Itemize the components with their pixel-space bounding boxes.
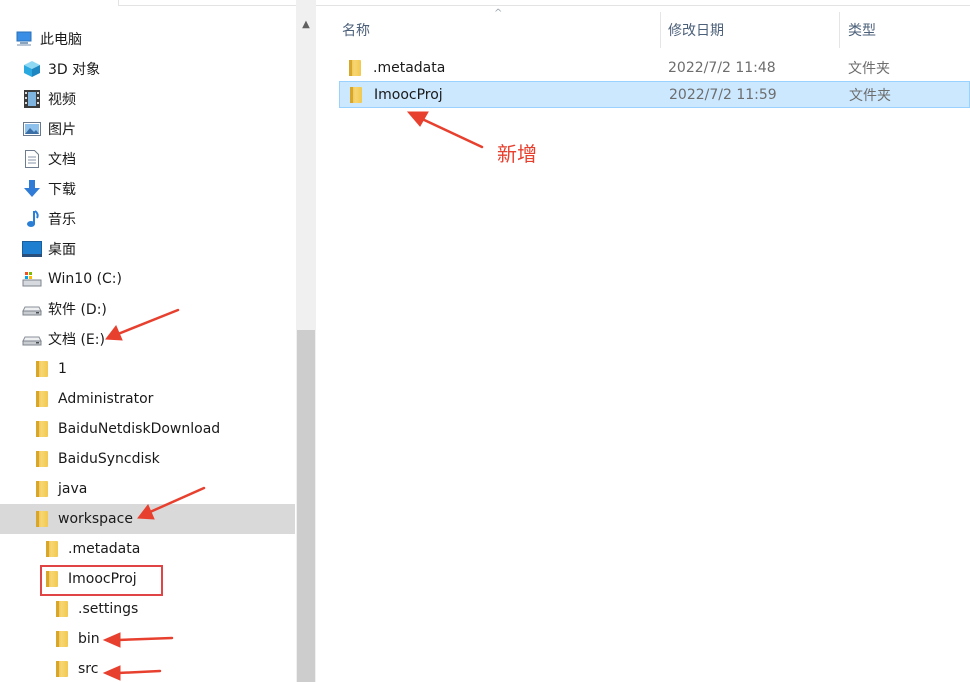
nav-item[interactable]: 3D 对象 bbox=[0, 54, 295, 84]
nav-item-label: 桌面 bbox=[48, 242, 76, 258]
nav-item-label: .metadata bbox=[68, 541, 141, 557]
desktop-icon bbox=[22, 239, 42, 259]
column-header-name[interactable]: 名称 bbox=[342, 12, 660, 48]
file-name-cell: ImoocProj bbox=[346, 82, 443, 107]
nav-item[interactable]: bin bbox=[0, 624, 295, 654]
folder-icon bbox=[32, 479, 52, 499]
column-header-modified-label: 修改日期 bbox=[668, 23, 724, 39]
nav-item[interactable]: workspace bbox=[0, 504, 295, 534]
nav-item-label: Administrator bbox=[58, 391, 154, 407]
nav-item[interactable]: .metadata bbox=[0, 534, 295, 564]
nav-item[interactable]: .settings bbox=[0, 594, 295, 624]
nav-item-label: 此电脑 bbox=[40, 32, 82, 48]
nav-item[interactable]: 下载 bbox=[0, 174, 295, 204]
nav-item-label: 1 bbox=[58, 361, 67, 377]
video-icon bbox=[22, 89, 42, 109]
nav-item[interactable]: src bbox=[0, 654, 295, 682]
nav-item[interactable]: BaiduSyncdisk bbox=[0, 444, 295, 474]
drive-icon bbox=[22, 299, 42, 319]
file-name-cell: .metadata bbox=[345, 54, 445, 81]
nav-item-label: 音乐 bbox=[48, 212, 76, 228]
folder-icon bbox=[52, 629, 72, 649]
annotation-new-label: 新增 bbox=[497, 142, 537, 166]
folder-icon bbox=[32, 359, 52, 379]
nav-item[interactable]: 文档 (E:) bbox=[0, 324, 295, 354]
nav-item-label: Win10 (C:) bbox=[48, 271, 122, 287]
nav-item[interactable]: 此电脑 bbox=[0, 24, 295, 54]
music-icon bbox=[22, 209, 42, 229]
nav-item-label: java bbox=[58, 481, 88, 497]
folder-icon bbox=[346, 85, 366, 105]
folder-icon bbox=[32, 419, 52, 439]
nav-item-label: src bbox=[78, 661, 99, 677]
nav-item-label: BaiduNetdiskDownload bbox=[58, 421, 221, 437]
file-row[interactable]: ImoocProj 2022/7/2 11:59 文件夹 bbox=[339, 81, 970, 108]
folder-icon bbox=[52, 599, 72, 619]
nav-item-label: 文档 bbox=[48, 152, 76, 168]
file-list-pane[interactable]: ^ 名称 修改日期 类型 .metadata 2022/7/2 11:48 文件夹 I… bbox=[316, 0, 970, 682]
nav-item-label: 文档 (E:) bbox=[48, 332, 105, 348]
folder-icon bbox=[42, 539, 62, 559]
nav-item[interactable]: 桌面 bbox=[0, 234, 295, 264]
column-header-modified[interactable]: 修改日期 bbox=[668, 12, 838, 48]
folder-icon bbox=[32, 449, 52, 469]
file-row[interactable]: .metadata 2022/7/2 11:48 文件夹 bbox=[339, 54, 970, 81]
nav-item[interactable]: BaiduNetdiskDownload bbox=[0, 414, 295, 444]
column-divider[interactable] bbox=[839, 12, 840, 48]
file-modified-date: 2022/7/2 11:59 bbox=[669, 86, 777, 103]
scroll-up-arrow-icon[interactable]: ▲ bbox=[296, 14, 316, 34]
annotation-highlight-box bbox=[40, 565, 163, 596]
nav-item[interactable]: Administrator bbox=[0, 384, 295, 414]
file-modified-date: 2022/7/2 11:48 bbox=[668, 59, 776, 76]
folder-icon bbox=[32, 509, 52, 529]
drive-icon bbox=[22, 329, 42, 349]
nav-item[interactable]: 视频 bbox=[0, 84, 295, 114]
nav-item[interactable]: Win10 (C:) bbox=[0, 264, 295, 294]
nav-item[interactable]: java bbox=[0, 474, 295, 504]
column-divider[interactable] bbox=[660, 12, 661, 48]
nav-item-label: workspace bbox=[58, 511, 133, 527]
computer-icon bbox=[14, 29, 34, 49]
nav-item[interactable]: 文档 bbox=[0, 144, 295, 174]
pictures-icon bbox=[22, 119, 42, 139]
folder-icon bbox=[52, 659, 72, 679]
nav-item-label: 软件 (D:) bbox=[48, 302, 107, 318]
nav-item-label: bin bbox=[78, 631, 100, 647]
column-header-name-label: 名称 bbox=[342, 23, 370, 39]
file-type: 文件夹 bbox=[849, 87, 891, 104]
nav-item-label: BaiduSyncdisk bbox=[58, 451, 160, 467]
file-name: ImoocProj bbox=[374, 86, 443, 103]
documents-icon bbox=[22, 149, 42, 169]
3d-objects-icon bbox=[22, 59, 42, 79]
nav-item[interactable]: 图片 bbox=[0, 114, 295, 144]
file-type: 文件夹 bbox=[848, 60, 890, 77]
nav-scrollbar-thumb[interactable] bbox=[297, 330, 315, 682]
nav-item[interactable]: 1 bbox=[0, 354, 295, 384]
column-header-type-label: 类型 bbox=[848, 23, 876, 39]
nav-item-label: 视频 bbox=[48, 92, 76, 108]
folder-icon bbox=[345, 58, 365, 78]
system-drive-icon bbox=[22, 269, 42, 289]
nav-item-label: .settings bbox=[78, 601, 139, 617]
column-header-type[interactable]: 类型 bbox=[848, 12, 958, 48]
nav-item[interactable]: 音乐 bbox=[0, 204, 295, 234]
nav-item-label: 下载 bbox=[48, 182, 76, 198]
file-name: .metadata bbox=[373, 59, 446, 76]
nav-item[interactable]: 软件 (D:) bbox=[0, 294, 295, 324]
folder-icon bbox=[32, 389, 52, 409]
nav-item-label: 图片 bbox=[48, 122, 76, 138]
nav-item-label: 3D 对象 bbox=[48, 62, 101, 78]
download-icon bbox=[22, 179, 42, 199]
